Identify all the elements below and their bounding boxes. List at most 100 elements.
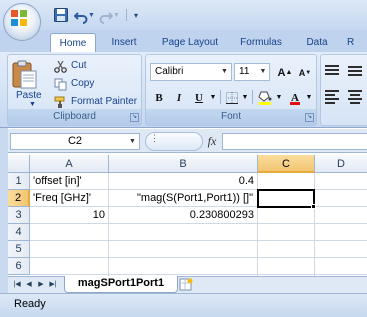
align-line [350,94,360,96]
office-logo-icon [11,10,27,26]
tab-page-layout[interactable]: Page Layout [156,33,224,52]
undo-dropdown-icon[interactable]: ▼ [88,8,96,24]
font-color-dropdown-icon[interactable]: ▼ [304,88,314,106]
row-header-3[interactable]: 3 [8,207,30,224]
grow-font-button[interactable]: A▲ [275,63,295,81]
italic-button[interactable]: I [170,88,188,106]
copy-icon [54,78,67,91]
gridline [30,240,367,241]
borders-dropdown-icon[interactable]: ▼ [240,88,250,106]
window-left-frame [0,128,8,293]
column-header-c[interactable]: C [258,155,315,173]
paste-button[interactable]: Paste [16,90,42,101]
shrink-font-button[interactable]: A▼ [296,63,314,81]
redo-icon[interactable] [99,8,113,24]
font-group-label: Font [146,109,316,125]
align-line [325,90,339,92]
align-line [348,74,362,76]
select-all-button[interactable] [8,155,30,173]
align-left-button[interactable] [325,88,343,104]
column-header-a[interactable]: A [30,155,109,173]
undo-icon[interactable] [74,8,88,24]
format-painter-label: Format Painter [71,96,138,107]
insert-sheet-icon[interactable] [178,277,194,292]
tab-home[interactable]: Home [50,33,96,52]
align-line [325,69,339,71]
align-line [325,102,335,104]
borders-icon [226,92,238,104]
scissors-icon [54,60,67,73]
fill-color-button[interactable] [256,88,274,106]
format-painter-icon [54,96,65,108]
align-line [325,98,339,100]
formula-input[interactable] [222,133,367,150]
insert-function-icon[interactable]: fx [203,133,221,149]
row-header-2[interactable]: 2 [8,190,30,207]
align-line [348,90,362,92]
align-line [348,98,362,100]
underline-dropdown-icon[interactable]: ▼ [208,88,218,106]
name-box[interactable]: C2 [10,133,140,150]
row-header-1[interactable]: 1 [8,173,30,190]
font-color-button[interactable]: A [286,88,304,106]
font-size-dropdown-icon[interactable]: ▼ [257,64,269,80]
cell-a1[interactable]: 'offset [in]' [30,173,108,190]
column-header-d[interactable]: D [315,155,367,173]
grow-font-label: A [277,67,286,79]
cell-b2[interactable]: "mag(S(Port1,Port1)) []" [109,190,257,207]
font-launcher-icon[interactable]: ↘ [305,113,314,122]
next-sheet-icon[interactable]: ▶ [36,278,46,291]
cut-button[interactable]: Cut [54,58,134,74]
font-color-swatch [290,102,300,105]
tab-review[interactable]: R [347,33,367,52]
fill-handle[interactable] [311,204,316,209]
copy-label: Copy [71,78,95,89]
last-sheet-icon[interactable]: ▶| [48,278,58,291]
redo-dropdown-icon[interactable]: ▼ [113,8,121,24]
paste-icon[interactable] [10,60,38,90]
active-cell-c2[interactable] [257,189,315,208]
fill-color-dropdown-icon[interactable]: ▼ [274,88,284,106]
tab-data[interactable]: Data [299,33,335,52]
borders-button[interactable] [224,88,240,106]
first-sheet-icon[interactable]: |◀ [12,278,22,291]
cell-b1[interactable]: 0.4 [109,173,257,190]
cell-b3[interactable]: 0.230800293 [109,207,257,224]
row-header-4[interactable]: 4 [8,224,30,241]
row-header-5[interactable]: 5 [8,241,30,258]
cell-a2[interactable]: 'Freq [GHz]' [30,190,108,207]
formula-bar-resize-handle[interactable]: ⋮ [150,133,159,149]
font-separator [220,90,221,104]
tab-insert[interactable]: Insert [104,33,144,52]
prev-sheet-icon[interactable]: ◀ [24,278,34,291]
format-painter-button[interactable]: Format Painter [54,94,139,110]
align-line [348,70,362,72]
row-header-6[interactable]: 6 [8,258,30,275]
save-icon[interactable] [54,8,68,22]
gridline [30,274,367,275]
clipboard-group-label: Clipboard [8,109,141,125]
customize-icon[interactable]: ▾ [134,8,144,24]
clipboard-launcher-icon[interactable]: ↘ [130,113,139,122]
column-header-b[interactable]: B [109,155,258,173]
align-center-button[interactable] [348,88,366,104]
align-line [325,94,335,96]
align-line [350,102,360,104]
tab-formulas[interactable]: Formulas [235,33,287,52]
cell-a3[interactable]: 10 [30,207,108,224]
status-bar [0,293,367,317]
font-name-dropdown-icon[interactable]: ▼ [218,64,231,80]
cut-label: Cut [71,60,87,71]
underline-button[interactable]: U [190,88,208,106]
qat-separator [126,9,127,21]
paste-dropdown-icon[interactable]: ▼ [29,101,36,108]
sheet-tab-magsport1port1[interactable]: magSPort1Port1 [64,276,178,293]
align-line [348,66,362,68]
align-middle-button[interactable] [348,63,366,79]
name-box-dropdown-icon[interactable]: ▼ [126,134,139,149]
align-line [325,73,339,75]
copy-button[interactable]: Copy [54,76,134,92]
align-top-button[interactable] [325,63,343,79]
font-separator [252,90,253,104]
bold-button[interactable]: B [150,88,168,106]
